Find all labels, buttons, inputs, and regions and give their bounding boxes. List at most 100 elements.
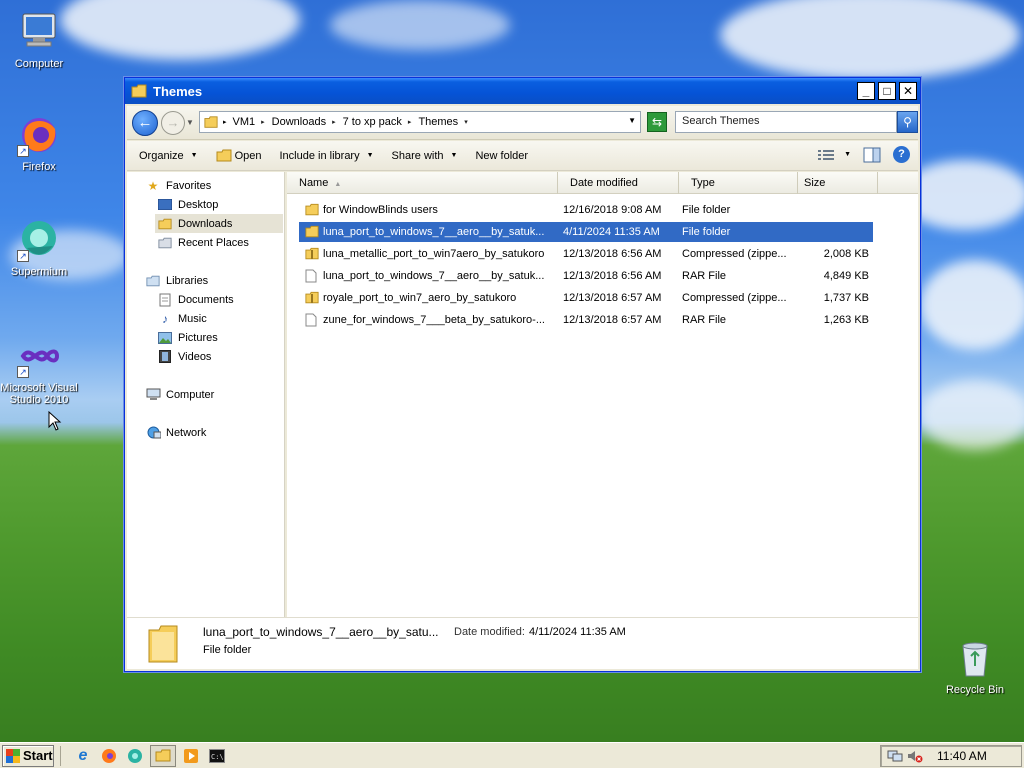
address-bar[interactable]: ▸ VM1 ▸ Downloads ▸ 7 to xp pack ▸ Themes ▾ … (199, 111, 641, 133)
column-header-size[interactable]: Size (798, 172, 878, 194)
back-button[interactable]: ← (132, 110, 158, 136)
sort-ascending-icon: ▲ (334, 181, 342, 188)
computer-icon (145, 388, 161, 402)
column-header-name[interactable]: Name ▲ (287, 172, 558, 194)
breadcrumb-themes[interactable]: Themes ▾ (418, 116, 467, 128)
file-date: 12/13/2018 6:56 AM (563, 270, 662, 282)
desktop-icon-supermium[interactable]: ↗ Supermium (0, 218, 78, 278)
folder-icon (216, 149, 232, 162)
file-icon (305, 269, 319, 283)
command-prompt-icon: C:\ (209, 748, 225, 763)
file-row[interactable]: royale_port_to_win7_aero_by_satukoro 12/1… (299, 288, 873, 308)
shortcut-arrow-icon: ↗ (17, 145, 29, 157)
desktop-icon-recycle-bin[interactable]: Recycle Bin (936, 636, 1014, 696)
internet-explorer-quicklaunch[interactable]: e (70, 745, 96, 767)
view-options-button[interactable]: ▼ (818, 149, 851, 161)
refresh-button[interactable]: ⇆ (647, 112, 667, 132)
music-icon: ♪ (162, 311, 168, 326)
chevron-down-icon: ▼ (190, 152, 198, 159)
close-button[interactable]: ✕ (899, 82, 917, 100)
open-button[interactable]: Open (216, 149, 262, 162)
nav-music[interactable]: ♪ Music (157, 309, 207, 328)
nav-pictures[interactable]: Pictures (157, 328, 218, 347)
desktop-icon (157, 198, 173, 212)
file-type: File folder (682, 204, 731, 216)
firefox-icon: ↗ (17, 113, 61, 157)
nav-downloads[interactable]: Downloads (155, 214, 283, 233)
file-row[interactable]: for WindowBlinds users 12/16/2018 9:08 AM… (299, 200, 873, 220)
column-header-date[interactable]: Date modified (558, 172, 679, 194)
breadcrumb-downloads[interactable]: Downloads ▸ (272, 116, 336, 128)
search-input[interactable]: Search Themes (675, 111, 897, 133)
explorer-window[interactable]: Themes _ □ ✕ ← → ▼ ▸ VM1 ▸ Downloads ▸ 7 t… (124, 77, 921, 672)
nav-favorites[interactable]: ★ Favorites (145, 176, 212, 195)
nav-videos[interactable]: Videos (157, 347, 211, 366)
desktop-icon-computer[interactable]: Computer (0, 10, 78, 70)
network-status-icon[interactable] (887, 749, 903, 763)
title-bar[interactable]: Themes _ □ ✕ (125, 78, 920, 104)
include-in-library-menu[interactable]: Include in library ▼ (280, 150, 374, 162)
firefox-quicklaunch[interactable] (96, 745, 122, 767)
nav-desktop[interactable]: Desktop (157, 195, 218, 214)
clock[interactable]: 11:40 AM (937, 749, 987, 763)
search-button[interactable]: ⚲ (897, 111, 918, 133)
explorer-taskbar-button[interactable] (150, 744, 176, 767)
help-icon[interactable]: ? (893, 146, 910, 163)
share-with-menu[interactable]: Share with ▼ (392, 150, 458, 162)
details-date-label: Date modified: (454, 626, 525, 638)
file-date: 12/13/2018 6:57 AM (563, 314, 662, 326)
details-item-type: File folder (203, 644, 252, 656)
details-item-name: luna_port_to_windows_7__aero__by_satu... (203, 625, 439, 639)
command-prompt-quicklaunch[interactable]: C:\ (204, 745, 230, 767)
desktop-icon-label: Computer (14, 58, 64, 70)
file-type: RAR File (682, 270, 727, 282)
file-date: 12/13/2018 6:56 AM (563, 248, 662, 260)
videos-icon (157, 350, 173, 364)
file-row[interactable]: luna_port_to_windows_7__aero__by_satuk..… (299, 222, 873, 242)
back-arrow-icon: ← (137, 114, 153, 131)
nav-recent-places[interactable]: Recent Places (157, 233, 249, 252)
volume-muted-icon[interactable] (907, 749, 923, 763)
file-size: 1,737 KB (823, 292, 869, 304)
navigation-pane: ★ Favorites Desktop Downloads Recent Plac… (127, 172, 285, 617)
file-row[interactable]: luna_metallic_port_to_win7aero_by_satuko… (299, 244, 873, 264)
preview-pane-icon[interactable] (863, 147, 881, 163)
file-date: 12/13/2018 6:57 AM (563, 292, 662, 304)
windows-logo-icon (6, 748, 20, 763)
folder-icon (305, 203, 319, 217)
address-dropdown-button[interactable]: ▼ (628, 116, 636, 125)
desktop-icon-firefox[interactable]: ↗ Firefox (0, 113, 78, 173)
breadcrumb-vm1[interactable]: VM1 ▸ (233, 116, 265, 128)
nav-libraries[interactable]: Libraries (145, 271, 208, 290)
chevron-right-icon: ▸ (261, 119, 265, 126)
new-folder-button[interactable]: New folder (475, 150, 528, 162)
recent-pages-dropdown[interactable]: ▼ (186, 118, 194, 127)
supermium-icon (128, 748, 142, 763)
supermium-quicklaunch[interactable] (122, 745, 148, 767)
nav-network[interactable]: Network (145, 423, 206, 442)
media-player-quicklaunch[interactable] (178, 745, 204, 767)
forward-button[interactable]: → (161, 111, 185, 135)
taskbar-separator (60, 745, 70, 766)
nav-computer[interactable]: Computer (145, 385, 214, 404)
breadcrumb-7-to-xp-pack[interactable]: 7 to xp pack ▸ (343, 116, 412, 128)
internet-explorer-icon: e (78, 746, 88, 764)
folder-large-icon (148, 625, 178, 663)
column-headers: Name ▲ Date modified Type Size (287, 172, 918, 194)
file-name: for WindowBlinds users (323, 204, 438, 216)
organize-menu[interactable]: Organize ▼ (139, 150, 198, 162)
forward-arrow-icon: → (166, 115, 180, 130)
column-header-type[interactable]: Type (679, 172, 798, 194)
zip-folder-icon (305, 291, 319, 305)
maximize-button[interactable]: □ (878, 82, 896, 100)
file-row[interactable]: luna_port_to_windows_7__aero__by_satuk..… (299, 266, 873, 286)
visual-studio-icon: ↗ (17, 334, 61, 378)
minimize-button[interactable]: _ (857, 82, 875, 100)
start-button[interactable]: Start (2, 744, 54, 767)
desktop-icon-visual-studio[interactable]: ↗ Microsoft Visual Studio 2010 (0, 334, 78, 406)
file-row[interactable]: zune_for_windows_7___beta_by_satukoro-..… (299, 310, 873, 330)
file-list: Name ▲ Date modified Type Size for Window… (287, 172, 918, 617)
recent-places-icon (157, 236, 173, 250)
nav-documents[interactable]: Documents (157, 290, 234, 309)
breadcrumb-arrow[interactable]: ▸ (223, 118, 227, 126)
